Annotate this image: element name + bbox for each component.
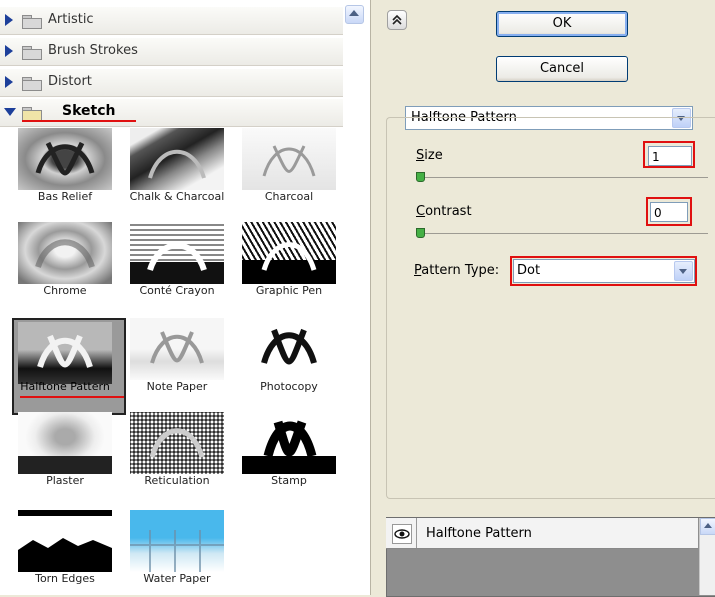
arrow-up-icon <box>704 523 712 528</box>
contrast-label: Contrast <box>416 204 472 219</box>
thumb-note-paper[interactable] <box>130 318 224 380</box>
scroll-up-button[interactable] <box>345 5 364 24</box>
folder-icon <box>22 15 42 29</box>
category-artistic[interactable]: Artistic <box>0 7 343 35</box>
category-brush-strokes[interactable]: Brush Strokes <box>0 38 343 66</box>
filter-label-torn-edges: Torn Edges <box>35 572 95 585</box>
ok-button[interactable]: OK <box>496 11 628 37</box>
thumb-bas-relief[interactable] <box>18 128 112 190</box>
filter-label-charcoal: Charcoal <box>264 190 314 203</box>
thumb-halftone-pattern[interactable] <box>18 322 112 384</box>
category-label: Distort <box>48 74 92 89</box>
halftone-highlight-underline <box>20 396 124 398</box>
knot-image <box>262 145 316 177</box>
divider <box>416 518 417 548</box>
contrast-highlight-box <box>646 197 692 226</box>
double-chevron-up-icon <box>392 14 402 25</box>
expand-arrow-icon[interactable] <box>5 76 13 88</box>
filter-label-conte-crayon: Conté Crayon <box>139 284 215 297</box>
contrast-slider-thumb[interactable] <box>416 228 425 238</box>
knot-image <box>18 510 112 572</box>
filter-gallery-panel: Artistic Brush Strokes Distort Sketch Ba… <box>0 0 371 595</box>
category-label: Brush Strokes <box>48 43 138 58</box>
folder-icon <box>22 46 42 60</box>
collapse-arrow-icon[interactable] <box>4 108 16 116</box>
knot-image <box>35 141 95 176</box>
thumb-water-paper[interactable] <box>130 510 224 572</box>
contrast-slider-track[interactable] <box>418 233 708 234</box>
filter-label-reticulation: Reticulation <box>144 474 210 487</box>
thumb-chrome[interactable] <box>18 222 112 284</box>
collapse-panel-button[interactable] <box>387 10 407 30</box>
layers-scroll-up-button[interactable] <box>700 518 715 535</box>
folder-icon <box>22 77 42 91</box>
filter-label-bas-relief: Bas Relief <box>37 190 93 203</box>
filter-label-chalk-charcoal: Chalk & Charcoal <box>129 190 225 203</box>
category-sketch[interactable]: Sketch <box>0 99 343 127</box>
thumb-graphic-pen[interactable] <box>242 222 336 284</box>
expand-arrow-icon[interactable] <box>5 45 13 57</box>
thumb-torn-edges[interactable] <box>18 510 112 572</box>
layers-scrollbar[interactable] <box>699 518 715 595</box>
filter-label-water-paper: Water Paper <box>143 572 211 585</box>
expand-arrow-icon[interactable] <box>5 14 13 26</box>
knot-image <box>35 239 95 269</box>
knot-image <box>261 328 317 365</box>
thumb-stamp[interactable] <box>242 412 336 474</box>
thumb-conte-crayon[interactable] <box>130 222 224 284</box>
thumb-reticulation[interactable] <box>130 412 224 474</box>
knot-image <box>242 242 336 284</box>
category-label: Sketch <box>62 103 116 119</box>
pattern-type-highlight-box <box>510 256 697 286</box>
cancel-button[interactable]: Cancel <box>496 56 628 82</box>
knot-image <box>37 334 93 368</box>
knot-image <box>130 242 224 284</box>
filter-label-note-paper: Note Paper <box>146 380 208 393</box>
eye-visibility-icon[interactable] <box>392 524 412 544</box>
thumb-chalk-charcoal[interactable] <box>130 128 224 190</box>
effect-layer-row[interactable]: Halftone Pattern <box>386 518 698 549</box>
sketch-highlight-underline <box>22 120 136 122</box>
filter-label-photocopy: Photocopy <box>260 380 318 393</box>
knot-image <box>242 420 336 474</box>
knot-image <box>130 530 224 572</box>
knot-image <box>148 149 206 179</box>
filter-label-stamp: Stamp <box>271 474 307 487</box>
knot-image <box>150 331 204 364</box>
effect-layer-name: Halftone Pattern <box>426 526 532 541</box>
category-label: Artistic <box>48 12 94 27</box>
filter-label-plaster: Plaster <box>46 474 84 487</box>
thumb-photocopy[interactable] <box>242 318 336 380</box>
pattern-type-label: Pattern Type: <box>414 263 500 278</box>
knot-image <box>149 428 205 458</box>
filter-label-graphic-pen: Graphic Pen <box>255 284 323 297</box>
thumb-plaster[interactable] <box>18 412 112 474</box>
open-folder-icon <box>22 107 42 121</box>
category-distort[interactable]: Distort <box>0 69 343 97</box>
size-highlight-box <box>643 141 695 168</box>
filter-label-chrome: Chrome <box>43 284 87 297</box>
size-label: Size <box>416 148 443 163</box>
thumb-charcoal[interactable] <box>242 128 336 190</box>
filter-label-halftone-pattern: Halftone Pattern <box>20 380 110 393</box>
arrow-up-icon <box>349 10 359 16</box>
settings-groupbox <box>386 117 715 499</box>
size-slider-track[interactable] <box>418 177 708 178</box>
knot-image <box>18 456 112 474</box>
size-slider-thumb[interactable] <box>416 172 425 182</box>
